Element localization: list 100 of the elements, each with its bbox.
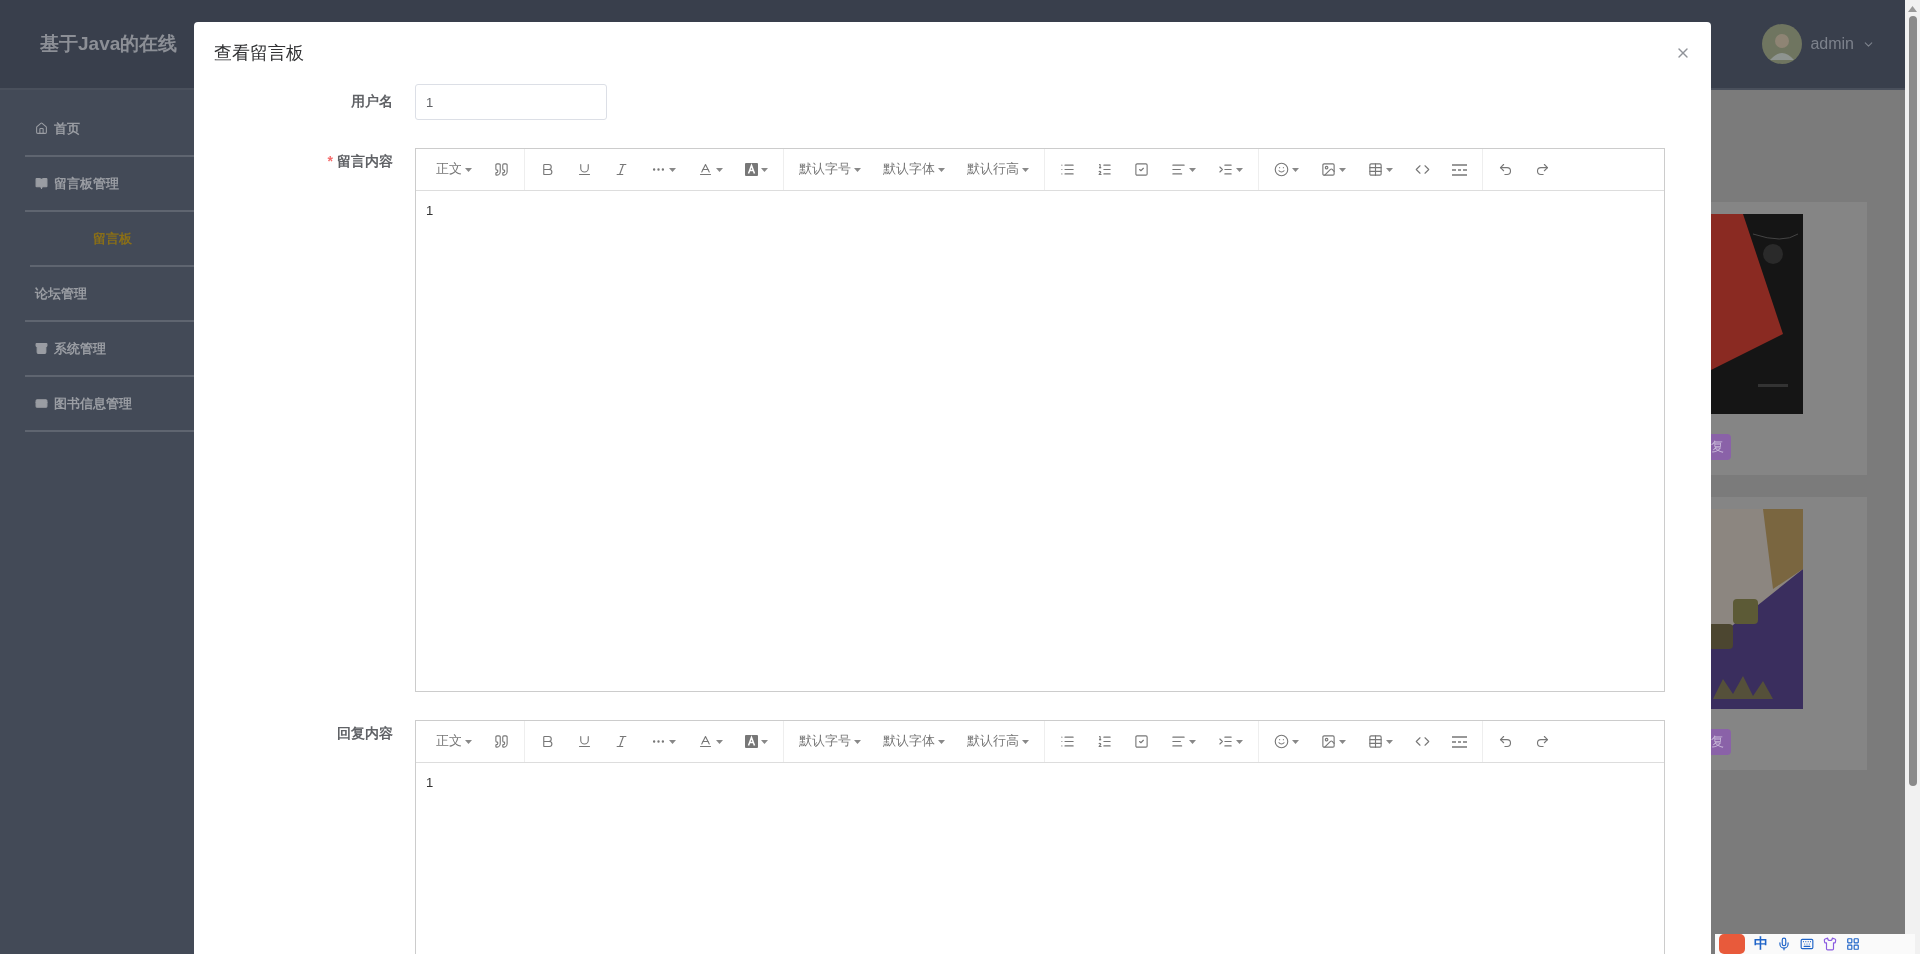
- caret-icon: [1292, 167, 1299, 172]
- paragraph-dropdown[interactable]: 正文: [425, 154, 483, 185]
- editor-text: 1: [426, 775, 434, 790]
- undo-icon: [1498, 162, 1513, 177]
- font-family-dropdown[interactable]: 默认字体: [872, 154, 956, 185]
- font-size-dropdown[interactable]: 默认字号: [788, 154, 872, 185]
- scrollbar[interactable]: [1905, 0, 1920, 954]
- caret-icon: [1339, 739, 1346, 744]
- checkbox-icon: [1134, 162, 1149, 177]
- caret-icon: [1386, 739, 1393, 744]
- caret-icon: [716, 739, 723, 744]
- caret-icon: [1189, 739, 1196, 744]
- numbered-list-icon: [1097, 734, 1112, 749]
- redo-icon: [1535, 734, 1550, 749]
- dashed-line-icon: [1452, 735, 1467, 748]
- menu-label: 图书信息管理: [54, 394, 132, 413]
- bold-icon: [540, 162, 555, 177]
- font-family-dropdown[interactable]: 默认字体: [872, 726, 956, 757]
- caret-icon: [669, 739, 676, 744]
- underline-icon: [577, 162, 592, 177]
- smiley-icon: [1274, 734, 1289, 749]
- ime-mode[interactable]: 中: [1754, 935, 1768, 953]
- numbered-list-icon: [1097, 162, 1112, 177]
- menu-icon: [35, 122, 48, 135]
- table-icon: [1368, 162, 1383, 177]
- undo-icon: [1498, 734, 1513, 749]
- font-color-icon: [698, 162, 713, 177]
- menu-icon: [35, 342, 48, 355]
- align-icon: [1171, 162, 1186, 177]
- highlight-icon: [745, 735, 758, 748]
- caret-icon: [1022, 167, 1029, 172]
- line-height-dropdown[interactable]: 默认行高: [956, 726, 1040, 757]
- caret-icon: [465, 739, 472, 744]
- menu-label: 首页: [54, 119, 80, 138]
- ime-logo-icon[interactable]: [1719, 934, 1745, 954]
- code-icon: [1415, 162, 1430, 177]
- menu-label: 论坛管理: [35, 284, 87, 303]
- indent-icon: [1218, 734, 1233, 749]
- caret-icon: [761, 167, 768, 172]
- image-icon: [1321, 162, 1336, 177]
- menu-label: 系统管理: [54, 339, 106, 358]
- redo-icon: [1535, 162, 1550, 177]
- italic-icon: [614, 734, 629, 749]
- avatar[interactable]: [1762, 24, 1803, 64]
- quote-icon: [494, 162, 509, 177]
- dashed-line-icon: [1452, 163, 1467, 176]
- image-icon: [1321, 734, 1336, 749]
- caret-icon: [938, 739, 945, 744]
- caret-icon: [854, 739, 861, 744]
- code-icon: [1415, 734, 1430, 749]
- keyboard-icon[interactable]: [1800, 937, 1814, 951]
- caret-icon: [1386, 167, 1393, 172]
- dialog-title: 查看留言板: [214, 42, 304, 65]
- scroll-thumb[interactable]: [1908, 16, 1917, 786]
- font-color-icon: [698, 734, 713, 749]
- indent-icon: [1218, 162, 1233, 177]
- username-field[interactable]: 1: [415, 84, 607, 120]
- smiley-icon: [1274, 162, 1289, 177]
- caret-icon: [761, 739, 768, 744]
- caret-icon: [1339, 167, 1346, 172]
- caret-icon: [465, 167, 472, 172]
- shirt-icon[interactable]: [1823, 937, 1837, 951]
- caret-icon: [1189, 167, 1196, 172]
- quote-icon: [494, 734, 509, 749]
- menu-label: 留言板: [93, 229, 132, 248]
- field-label: 用户名: [350, 92, 393, 111]
- checkbox-icon: [1134, 734, 1149, 749]
- label-text: 回复内容: [337, 725, 393, 741]
- rich-text-editor[interactable]: 正文 默认字号 默认字体 默认行高 1: [415, 720, 1665, 954]
- menu-icon: [35, 177, 48, 190]
- caret-icon: [669, 167, 676, 172]
- bullet-list-icon: [1060, 734, 1075, 749]
- caret-icon: [716, 167, 723, 172]
- bold-icon: [540, 734, 555, 749]
- grid-icon[interactable]: [1846, 937, 1860, 951]
- caret-icon: [1236, 739, 1243, 744]
- caret-icon: [938, 167, 945, 172]
- required-mark: *: [327, 153, 333, 169]
- line-height-dropdown[interactable]: 默认行高: [956, 154, 1040, 185]
- italic-icon: [614, 162, 629, 177]
- user-name[interactable]: admin: [1810, 35, 1854, 53]
- caret-icon: [1292, 739, 1299, 744]
- underline-icon: [577, 734, 592, 749]
- bullet-list-icon: [1060, 162, 1075, 177]
- paragraph-dropdown[interactable]: 正文: [425, 726, 483, 757]
- mic-icon[interactable]: [1777, 937, 1791, 951]
- menu-icon: [35, 397, 48, 410]
- table-icon: [1368, 734, 1383, 749]
- editor-text: 1: [426, 203, 434, 218]
- label-text: 留言内容: [337, 153, 393, 169]
- align-icon: [1171, 734, 1186, 749]
- scroll-up-icon[interactable]: [1908, 6, 1917, 12]
- caret-icon: [854, 167, 861, 172]
- app-title: 基于Java的在线: [40, 32, 178, 56]
- font-size-dropdown[interactable]: 默认字号: [788, 726, 872, 757]
- caret-icon: [1236, 167, 1243, 172]
- menu-label: 留言板管理: [54, 174, 119, 193]
- caret-icon: [1022, 739, 1029, 744]
- highlight-icon: [745, 163, 758, 176]
- rich-text-editor[interactable]: 正文 默认字号 默认字体 默认行高 1: [415, 148, 1665, 692]
